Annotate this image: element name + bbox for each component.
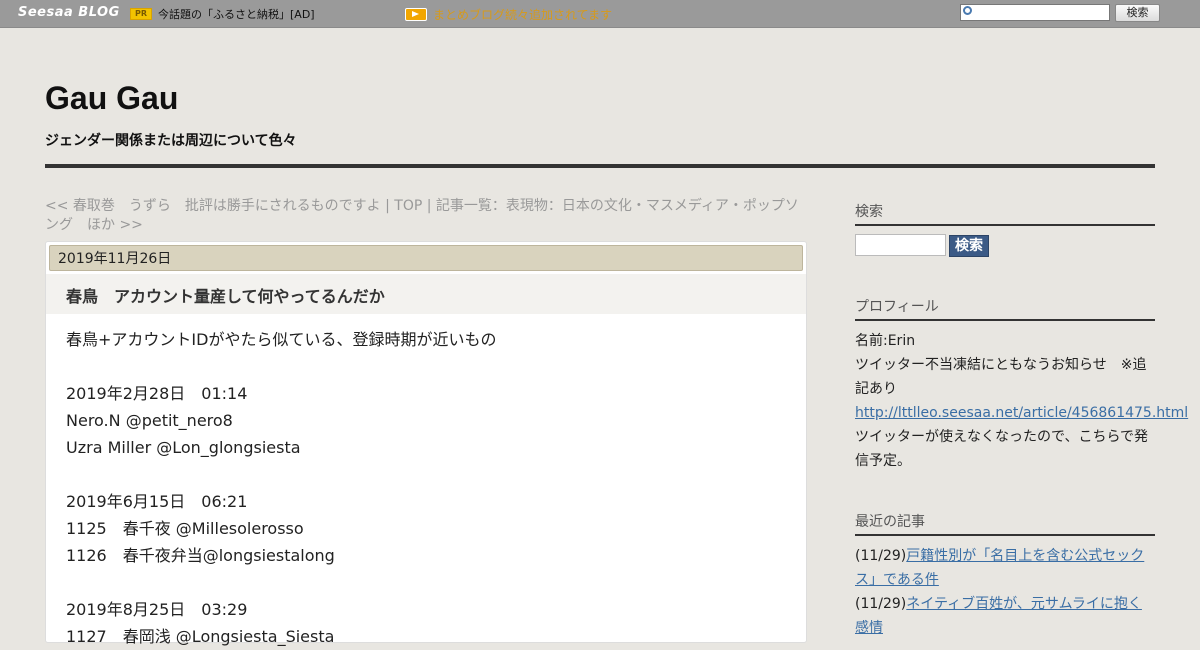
profile-text: ツイッターが使えなくなったので、こちらで発信予定。 — [855, 429, 1149, 469]
article-date: 2019年11月26日 — [49, 245, 803, 271]
seesaa-logo[interactable]: Seesaa BLOG — [18, 5, 120, 20]
notice-link[interactable]: まとめブログ続々追加されてます — [433, 6, 612, 23]
header-divider — [45, 164, 1155, 168]
body-line: 2019年2月28日 01:14 — [66, 384, 248, 403]
site-subtitle: ジェンダー関係または周辺について色々 — [45, 133, 297, 149]
article-body: 春鳥+アカウントIDがやたら似ている、登録時期が近いもの 2019年2月28日 … — [66, 326, 786, 650]
article-title-bar: 春鳥 アカウント量産して何やってるんだか — [46, 274, 806, 314]
pr-ad-link[interactable]: 今話題の「ふるさと納税」[AD] — [158, 6, 315, 22]
prev-article-link[interactable]: << 春取巻 うずら 批評は勝手にされるものですよ — [45, 198, 381, 214]
sidebar-recent-heading: 最近の記事 — [855, 511, 1155, 536]
body-line: 1127 春岡浅 @Longsiesta_Siesta — [66, 627, 335, 646]
profile-link[interactable]: http://lttlleo.seesaa.net/article/456861… — [855, 405, 1188, 421]
body-line — [66, 461, 786, 488]
list-item: (11/29)戸籍性別が「名目上を含む公式セックス」である件 — [855, 544, 1155, 592]
recent-articles: (11/29)戸籍性別が「名目上を含む公式セックス」である件 (11/29)ネイ… — [855, 544, 1155, 640]
pr-badge: PR — [130, 8, 152, 20]
top-bar: Seesaa BLOG PR 今話題の「ふるさと納税」[AD] まとめブログ続々… — [0, 0, 1200, 28]
body-line: Uzra Miller @Lon_glongsiesta — [66, 438, 301, 457]
body-line: Nero.N @petit_nero8 — [66, 411, 233, 430]
article-nav: << 春取巻 うずら 批評は勝手にされるものですよ | TOP | 記事一覧：表… — [45, 197, 810, 235]
top-search-button[interactable]: 検索 — [1115, 4, 1160, 22]
article: 2019年11月26日 春鳥 アカウント量産して何やってるんだか 春鳥+アカウン… — [45, 241, 807, 646]
nav-separator: | — [380, 198, 395, 214]
body-line: 春鳥+アカウントIDがやたら似ている、登録時期が近いもの — [66, 330, 497, 349]
body-line: 2019年8月25日 03:29 — [66, 600, 248, 619]
nav-separator: | — [422, 198, 436, 214]
search-icon — [963, 6, 972, 15]
arrow-right-icon — [405, 8, 427, 21]
list-item: (11/29)ネイティブ百姓が、元サムライに抱く感情 — [855, 592, 1155, 640]
body-line: 1126 春千夜弁当@longsiestalong — [66, 546, 335, 565]
sidebar-search-heading: 検索 — [855, 201, 1155, 226]
body-line: 2019年6月15日 06:21 — [66, 492, 248, 511]
top-link[interactable]: TOP — [394, 198, 422, 214]
body-line: 1125 春千夜 @Millesolerosso — [66, 519, 304, 538]
article-title[interactable]: 春鳥 アカウント量産して何やってるんだか — [66, 283, 385, 307]
body-line — [66, 353, 786, 380]
recent-date: (11/29) — [855, 596, 907, 612]
sidebar-search-button[interactable]: 検索 — [949, 235, 989, 257]
site-title[interactable]: Gau Gau — [45, 80, 178, 117]
sidebar-profile-heading: プロフィール — [855, 296, 1155, 321]
top-search-input[interactable] — [960, 4, 1110, 21]
body-line — [66, 569, 786, 596]
recent-date: (11/29) — [855, 548, 907, 564]
profile-note: ツイッター不当凍結にともなうお知らせ ※追記あり — [855, 357, 1147, 397]
profile: 名前:Erin ツイッター不当凍結にともなうお知らせ ※追記あり http://… — [855, 329, 1188, 473]
sidebar-search-input[interactable] — [855, 234, 946, 256]
profile-name: 名前:Erin — [855, 333, 916, 349]
